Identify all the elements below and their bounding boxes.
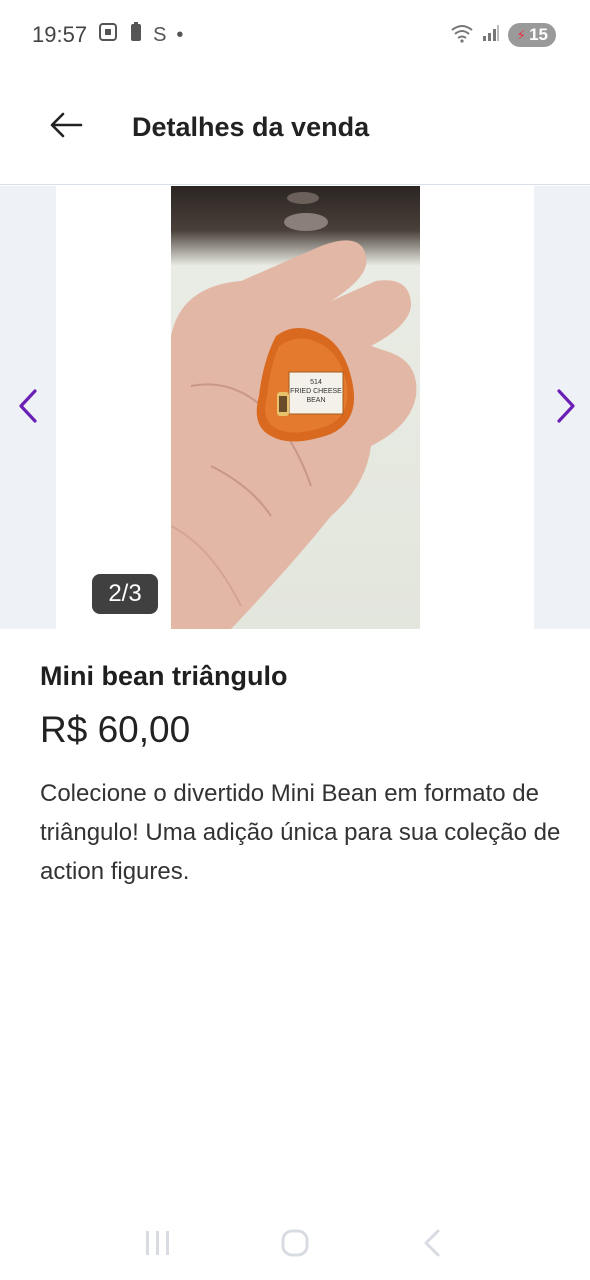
carousel-prev-button[interactable]: [8, 386, 48, 430]
system-back-button[interactable]: [402, 1220, 462, 1270]
charging-icon: ⚡: [516, 26, 527, 43]
page-title: Detalhes da venda: [132, 111, 370, 142]
app-header: Detalhes da venda: [0, 70, 590, 185]
carousel-next-button[interactable]: [546, 386, 586, 430]
wifi-icon: [450, 23, 474, 48]
battery-level: 15: [529, 25, 548, 44]
image-counter: 2/3: [92, 574, 158, 614]
recents-button[interactable]: [128, 1220, 188, 1270]
label-line-2: FRIED CHEESE: [290, 388, 342, 395]
status-left: 19:57 S •: [32, 21, 183, 49]
back-button[interactable]: [36, 97, 96, 157]
battery-indicator: ⚡ 15: [508, 23, 556, 47]
home-button[interactable]: [265, 1220, 325, 1270]
label-line-3: BEAN: [306, 397, 325, 404]
label-line-1: 514: [310, 379, 322, 386]
status-time: 19:57: [32, 22, 88, 47]
product-description: Colecione o divertido Mini Bean em forma…: [40, 780, 561, 885]
product-photo[interactable]: 514 FRIED CHEESE BEAN: [171, 186, 420, 629]
dot-icon: •: [176, 23, 184, 46]
signal-icon: [482, 24, 500, 47]
product-price: R$ 60,00: [40, 709, 191, 750]
status-right: ⚡ 15: [450, 23, 556, 48]
product-details: Mini bean triângulo R$ 60,00 Colecione o…: [40, 650, 585, 891]
arrow-left-icon: [49, 112, 83, 143]
status-bar: 19:57 S • ⚡ 15: [0, 0, 590, 70]
home-icon: [280, 1228, 310, 1263]
chevron-left-icon: [421, 1228, 443, 1263]
image-carousel[interactable]: 514 FRIED CHEESE BEAN 2/3: [0, 186, 590, 629]
product-photo-illustration: 514 FRIED CHEESE BEAN: [171, 192, 417, 629]
product-title: Mini bean triângulo: [40, 661, 288, 691]
s-icon: S: [153, 23, 167, 46]
battery-saver-icon: [129, 21, 143, 49]
system-nav-bar: [0, 1210, 590, 1280]
chevron-right-icon: [554, 388, 578, 429]
recents-icon: [143, 1228, 173, 1263]
screenshot-icon: [97, 21, 119, 49]
chevron-left-icon: [16, 388, 40, 429]
